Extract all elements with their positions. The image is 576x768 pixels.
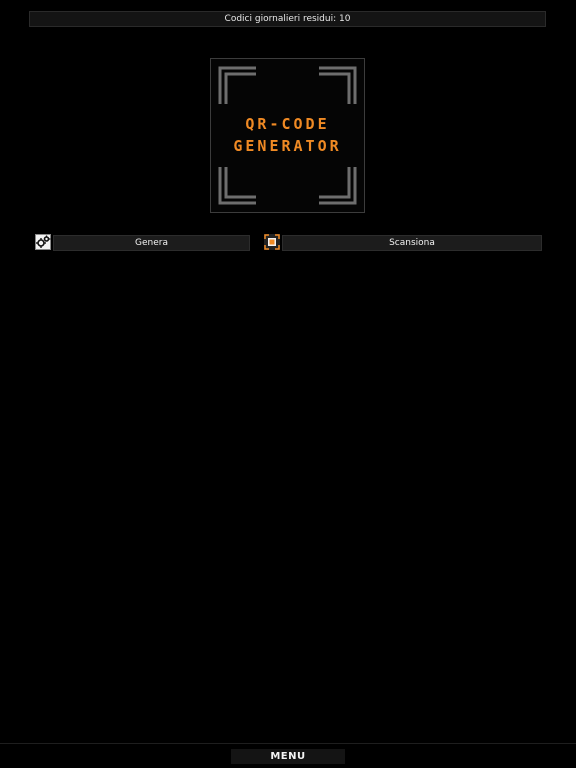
scan-button[interactable]: Scansiona (282, 235, 542, 251)
logo-title-line2: GENERATOR (233, 137, 342, 155)
scan-action[interactable]: Scansiona (264, 234, 542, 252)
generate-button[interactable]: Genera (53, 235, 250, 251)
menu-button[interactable]: MENU (231, 749, 345, 764)
qr-scan-icon[interactable] (264, 234, 280, 250)
daily-codes-remaining-text: Codici giornalieri residui: 10 (224, 14, 351, 24)
gears-icon[interactable] (35, 234, 51, 250)
footer-divider (0, 743, 576, 744)
daily-codes-remaining: Codici giornalieri residui: 10 (29, 11, 546, 27)
logo-title-line1: QR-CODE (245, 115, 330, 133)
logo-frame-brackets (218, 66, 357, 205)
generate-action[interactable]: Genera (35, 234, 250, 252)
app-logo: QR-CODE GENERATOR (210, 58, 365, 213)
